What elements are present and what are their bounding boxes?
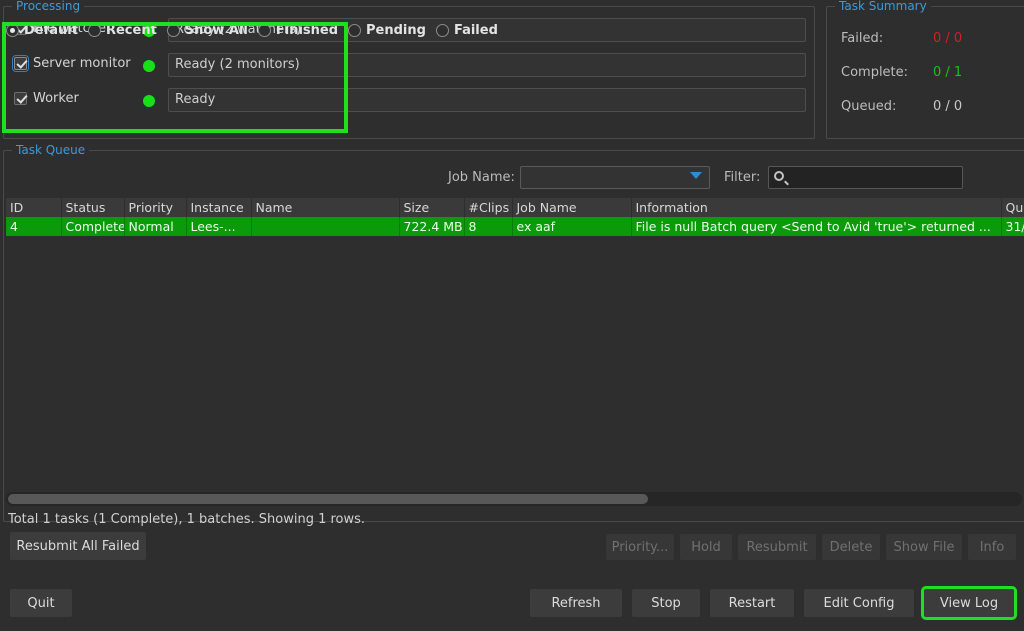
processing-service-toggle-1[interactable]: Server monitor [12, 55, 131, 72]
table-body: 4 Complete Normal Lees-... 722.4 MB 8 ex aaf Fi… [6, 217, 1024, 236]
task-summary-row-0: Failed: 0 / 0 [841, 31, 962, 46]
radio-button-icon[interactable] [166, 24, 180, 37]
column-header-information[interactable]: Information [631, 198, 1002, 217]
column-header-queued[interactable]: Queued [1001, 198, 1024, 217]
table-cell-id: 4 [6, 217, 62, 236]
task-summary-row-1: Complete: 0 / 1 [841, 65, 962, 80]
job-name-label: Job Name: [448, 170, 515, 185]
processing-status-field: Ready [168, 88, 806, 112]
task-summary-value: 0 / 0 [933, 31, 963, 46]
row-action-resubmit-button: Resubmit [738, 534, 816, 560]
queue-filter-recent[interactable]: Recent [87, 23, 157, 38]
table-cell-instance: Lees-... [186, 217, 252, 236]
column-header-job-name[interactable]: Job Name [512, 198, 632, 217]
queue-filter-radio-group: Default Recent Show All Finished Pending Fail… [6, 20, 508, 42]
table-cell-status: Complete [61, 217, 125, 236]
processing-row-2: Worker Ready [10, 87, 808, 113]
queue-filter-label: Pending [366, 23, 426, 38]
radio-button-icon[interactable] [6, 24, 19, 37]
processing-row-1: Server monitor Ready (2 monitors) [10, 52, 808, 78]
status-led-icon [143, 60, 155, 72]
resubmit-all-failed-button[interactable]: Resubmit All Failed [10, 532, 146, 560]
table-cell-job-name: ex aaf [512, 217, 632, 236]
task-summary-label: Queued: [841, 99, 897, 114]
task-table-grid: ID Status Priority Instance Name Size #Clips Jo… [6, 198, 1024, 236]
task-summary-value: 0 / 1 [933, 65, 963, 80]
task-summary-group-title: Task Summary [835, 0, 931, 13]
queue-filter-label: Show All [184, 23, 248, 38]
scrollbar-thumb[interactable] [8, 494, 648, 504]
queue-filter-label: Failed [453, 23, 498, 38]
table-cell-priority: Normal [124, 217, 187, 236]
queue-filter-show-all[interactable]: Show All [166, 23, 248, 38]
task-summary-label: Complete: [841, 65, 909, 80]
column-header-name[interactable]: Name [251, 198, 400, 217]
processing-status-field: Ready (2 monitors) [168, 53, 806, 77]
queue-filter-failed[interactable]: Failed [435, 23, 498, 38]
row-action-info-button: Info [968, 534, 1016, 560]
radio-button-icon[interactable] [87, 24, 101, 37]
row-action-delete-button: Delete [822, 534, 880, 560]
radio-button-icon[interactable] [348, 24, 362, 37]
task-summary-row-2: Queued: 0 / 0 [841, 99, 962, 114]
checkbox-icon[interactable] [12, 55, 29, 72]
column-header-priority[interactable]: Priority [124, 198, 187, 217]
radio-button-icon[interactable] [435, 24, 449, 37]
task-summary-group: Task Summary Failed: 0 / 0 Complete: 0 / 1 Q… [826, 0, 1024, 139]
processing-group-title: Processing [12, 0, 85, 13]
column-header-status[interactable]: Status [61, 198, 125, 217]
processing-service-label: Worker [33, 91, 79, 106]
column-header--clips[interactable]: #Clips [464, 198, 513, 217]
table-cell-queued: 31/... [1001, 217, 1024, 236]
queue-status-text: Total 1 tasks (1 Complete), 1 batches. S… [8, 512, 366, 527]
job-name-select[interactable] [520, 166, 710, 189]
footer-view-log-button[interactable]: View Log [921, 586, 1017, 620]
search-icon [774, 171, 784, 181]
task-queue-manager-window: Processing File watcher Ready (2 watchers… [0, 0, 1024, 631]
queue-filter-finished[interactable]: Finished [257, 23, 339, 38]
table-row[interactable]: 4 Complete Normal Lees-... 722.4 MB 8 ex aaf Fi… [6, 217, 1024, 236]
queue-filter-pending[interactable]: Pending [348, 23, 426, 38]
checkbox-icon[interactable] [14, 92, 27, 105]
filter-label: Filter: [724, 170, 761, 185]
queue-filter-label: Recent [105, 23, 157, 38]
queue-filter-label: Default [24, 23, 78, 38]
task-summary-value: 0 / 0 [933, 99, 963, 114]
footer-edit-config-button[interactable]: Edit Config [804, 589, 914, 617]
table-header-row: ID Status Priority Instance Name Size #Clips Jo… [6, 198, 1024, 217]
chevron-down-icon [690, 172, 702, 179]
table-cell-information: File is null Batch query <Send to Avid '… [631, 217, 1002, 236]
table-cell-name [251, 217, 400, 236]
table-horizontal-scrollbar[interactable] [6, 492, 1022, 506]
status-led-icon [143, 95, 155, 107]
footer-restart-button[interactable]: Restart [710, 589, 794, 617]
column-header-instance[interactable]: Instance [186, 198, 252, 217]
task-queue-group-title: Task Queue [12, 143, 90, 157]
quit-button[interactable]: Quit [10, 589, 72, 617]
row-action-show-file-button: Show File [886, 534, 962, 560]
footer-refresh-button[interactable]: Refresh [530, 589, 622, 617]
footer-stop-button[interactable]: Stop [632, 589, 700, 617]
processing-service-toggle-2[interactable]: Worker [14, 91, 79, 106]
table-cell--clips: 8 [464, 217, 513, 236]
table-cell-size: 722.4 MB [399, 217, 465, 236]
queue-filter-label: Finished [275, 23, 339, 38]
processing-service-label: Server monitor [33, 56, 131, 71]
task-table[interactable]: ID Status Priority Instance Name Size #Clips Jo… [6, 198, 1024, 486]
radio-button-icon[interactable] [257, 24, 271, 37]
column-header-size[interactable]: Size [399, 198, 465, 217]
queue-filter-default[interactable]: Default [6, 23, 78, 38]
task-summary-label: Failed: [841, 31, 884, 46]
column-header-id[interactable]: ID [6, 198, 62, 217]
row-action-hold-button: Hold [680, 534, 732, 560]
filter-search-input[interactable] [768, 166, 963, 189]
row-action-priority--button: Priority... [606, 534, 674, 560]
